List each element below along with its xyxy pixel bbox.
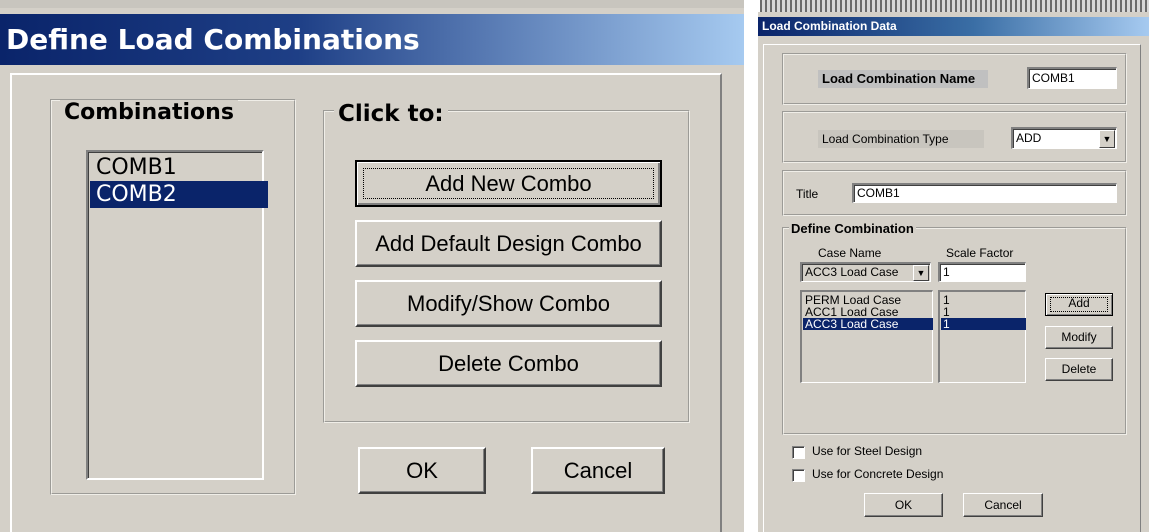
- steel-design-label: Use for Steel Design: [812, 444, 923, 458]
- case-name-header: Case Name: [818, 246, 882, 260]
- case-name-value: ACC3 Load Case: [805, 265, 899, 279]
- cancel-button[interactable]: Cancel: [531, 447, 665, 494]
- dialog2-title-bar: Load Combination Data: [758, 17, 1149, 36]
- combination-type-value: ADD: [1016, 131, 1042, 145]
- define-combination-label: Define Combination: [789, 221, 916, 236]
- combination-name-label: Load Combination Name: [818, 70, 988, 88]
- background-window-strip: [760, 0, 1149, 12]
- list-item[interactable]: 1: [941, 306, 1026, 318]
- focus-rectangle: [363, 168, 654, 199]
- case-name-select[interactable]: ACC3 Load Case ▼: [800, 262, 931, 282]
- list-item[interactable]: 1: [941, 294, 1026, 306]
- ok-button-2[interactable]: OK: [864, 493, 943, 517]
- concrete-design-label: Use for Concrete Design: [812, 467, 944, 481]
- dropdown-arrow-icon[interactable]: ▼: [913, 265, 929, 281]
- click-to-group-label: Click to:: [334, 101, 448, 127]
- dialog-title-bar: Define Load Combinations: [0, 14, 744, 65]
- add-default-design-combo-button[interactable]: Add Default Design Combo: [355, 220, 662, 267]
- steel-design-checkbox[interactable]: [792, 446, 805, 459]
- list-item-comb2[interactable]: COMB2: [90, 181, 268, 208]
- scale-factor-header: Scale Factor: [946, 246, 1014, 260]
- dropdown-arrow-icon[interactable]: ▼: [1099, 130, 1115, 148]
- list-item[interactable]: ACC3 Load Case: [803, 318, 933, 330]
- list-item[interactable]: 1: [941, 318, 1026, 330]
- add-new-combo-button[interactable]: Add New Combo: [355, 160, 662, 207]
- modify-case-button[interactable]: Modify: [1045, 326, 1113, 349]
- combination-type-select[interactable]: ADD ▼: [1011, 127, 1117, 149]
- window-top-strip: [0, 0, 744, 8]
- case-list[interactable]: PERM Load Case ACC1 Load Case ACC3 Load …: [800, 290, 933, 383]
- modify-show-combo-button[interactable]: Modify/Show Combo: [355, 280, 662, 327]
- title-label: Title: [796, 187, 819, 201]
- focus-rectangle: [1050, 297, 1108, 312]
- title-input[interactable]: COMB1: [852, 183, 1117, 203]
- delete-combo-button[interactable]: Delete Combo: [355, 340, 662, 387]
- combination-name-input[interactable]: COMB1: [1027, 67, 1117, 89]
- scale-factor-input[interactable]: 1: [938, 262, 1026, 282]
- ok-button[interactable]: OK: [358, 447, 486, 494]
- combinations-list[interactable]: COMB1 COMB2: [86, 150, 268, 480]
- combinations-group-label: Combinations: [60, 100, 238, 125]
- delete-case-button[interactable]: Delete: [1045, 358, 1113, 381]
- list-item-comb1[interactable]: COMB1: [90, 154, 268, 181]
- scale-factor-list[interactable]: 1 1 1: [938, 290, 1026, 383]
- concrete-design-checkbox[interactable]: [792, 469, 805, 482]
- cancel-button-2[interactable]: Cancel: [963, 493, 1043, 517]
- add-case-button[interactable]: Add: [1045, 293, 1113, 316]
- combination-type-label: Load Combination Type: [818, 130, 984, 148]
